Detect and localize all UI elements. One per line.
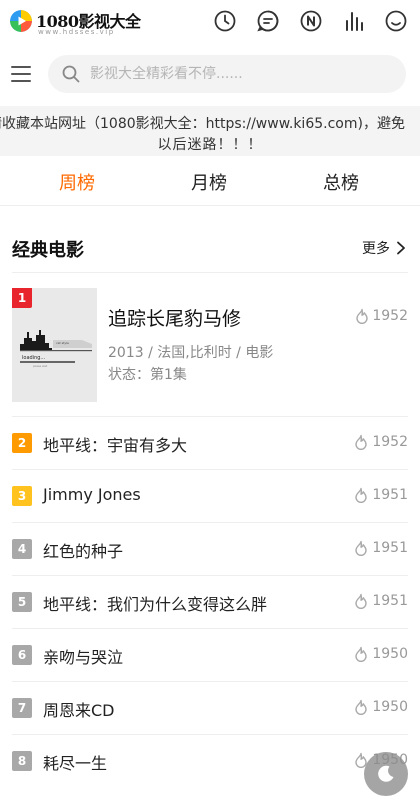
rank-badge: 4 (12, 539, 32, 559)
chevron-right-icon (397, 241, 405, 255)
rank-badge: 1 (12, 288, 32, 308)
list-item[interactable]: 6 亲吻与哭泣 1950 (12, 628, 408, 681)
flame-icon (355, 434, 368, 450)
section-title: 经典电影 (12, 240, 84, 261)
rank-badge: 3 (12, 486, 32, 506)
header: 1080影视大全 www.hdsses.vip (0, 0, 420, 46)
featured-status: 状态：第1集 (108, 367, 187, 383)
poster-loading-text: loading... (22, 355, 46, 361)
rank-badge: 7 (12, 698, 32, 718)
divider (12, 272, 408, 273)
hot-count: 1952 (354, 434, 408, 450)
hot-value: 1950 (372, 646, 408, 662)
hot-value: 1950 (372, 699, 408, 715)
tab-monthly[interactable]: 月榜 (159, 169, 259, 195)
flame-icon (356, 308, 369, 324)
list-item[interactable]: 8 耗尽一生 1950 (12, 734, 408, 800)
item-title[interactable]: 耗尽一生 (43, 750, 107, 774)
search-row (0, 52, 420, 98)
item-title[interactable]: 地平线：我们为什么变得这么胖 (43, 591, 267, 615)
notice-banner: 请收藏本站网址（1080影视大全：https://www.ki65.com)，避… (0, 106, 420, 156)
hot-count: 1951 (354, 487, 408, 503)
rank-badge: 8 (12, 751, 32, 771)
play-logo-icon (10, 10, 32, 32)
ranking-icon[interactable] (342, 9, 366, 33)
message-icon[interactable] (256, 9, 280, 33)
hot-value: 1951 (372, 540, 408, 556)
rank-badge: 6 (12, 645, 32, 665)
item-title[interactable]: 周恩来CD (43, 697, 115, 721)
flame-icon (355, 593, 368, 609)
tab-weekly[interactable]: 周榜 (27, 169, 127, 195)
flame-icon (355, 699, 368, 715)
hot-count: 1950 (354, 646, 408, 662)
list-item[interactable]: 7 周恩来CD 1950 (12, 681, 408, 734)
history-icon[interactable] (213, 9, 237, 33)
featured-item[interactable]: cat style loading... please wait 1 追踪长尾豹… (12, 288, 408, 402)
rank-badge: 5 (12, 592, 32, 612)
ranking-tabs: 周榜 月榜 总榜 (0, 158, 420, 206)
hot-value: 1951 (372, 487, 408, 503)
tab-total[interactable]: 总榜 (291, 169, 391, 195)
poster-image[interactable]: cat style loading... please wait 1 (12, 288, 97, 402)
item-title[interactable]: 亲吻与哭泣 (43, 644, 123, 668)
item-title[interactable]: Jimmy Jones (43, 485, 141, 504)
moon-icon (378, 765, 394, 782)
search-icon (62, 65, 80, 83)
notice-text-line2: 以后迷路！！！ (157, 137, 263, 153)
flame-icon (355, 646, 368, 662)
n-badge-icon[interactable] (299, 9, 323, 33)
more-link[interactable]: 更多 (362, 238, 406, 258)
hot-count: 1951 (354, 540, 408, 556)
menu-icon[interactable] (10, 63, 32, 85)
list-item[interactable]: 5 地平线：我们为什么变得这么胖 1951 (12, 575, 408, 628)
site-logo[interactable]: 1080影视大全 www.hdsses.vip (10, 7, 160, 39)
svg-text:please wait: please wait (33, 364, 47, 368)
svg-text:cat style: cat style (56, 341, 69, 345)
rank-badge: 2 (12, 433, 32, 453)
more-label: 更多 (362, 241, 390, 257)
featured-meta: 2013 / 法国,比利时 / 电影 (108, 345, 274, 361)
list-item[interactable]: 4 红色的种子 1951 (12, 522, 408, 575)
search-input[interactable] (90, 55, 390, 93)
search-box[interactable] (48, 55, 406, 93)
flame-icon (355, 540, 368, 556)
item-title[interactable]: 地平线：宇宙有多大 (43, 432, 187, 456)
featured-title[interactable]: 追踪长尾豹马修 (108, 304, 241, 331)
flame-icon (355, 487, 368, 503)
hot-value: 1952 (372, 308, 408, 324)
notice-text-line1: 请收藏本站网址（1080影视大全：https://www.ki65.com)，避… (0, 116, 405, 132)
item-title[interactable]: 红色的种子 (43, 538, 123, 562)
list-item[interactable]: 3 Jimmy Jones 1951 (12, 469, 408, 522)
list-item[interactable]: 2 地平线：宇宙有多大 1952 (12, 416, 408, 469)
hot-value: 1951 (372, 593, 408, 609)
smile-icon[interactable] (384, 9, 408, 33)
hot-value: 1952 (372, 434, 408, 450)
hot-count: 1952 (355, 308, 408, 324)
hot-count: 1951 (354, 593, 408, 609)
hot-count: 1950 (354, 699, 408, 715)
logo-subtitle: www.hdsses.vip (38, 28, 115, 36)
dark-mode-button[interactable] (364, 752, 408, 796)
